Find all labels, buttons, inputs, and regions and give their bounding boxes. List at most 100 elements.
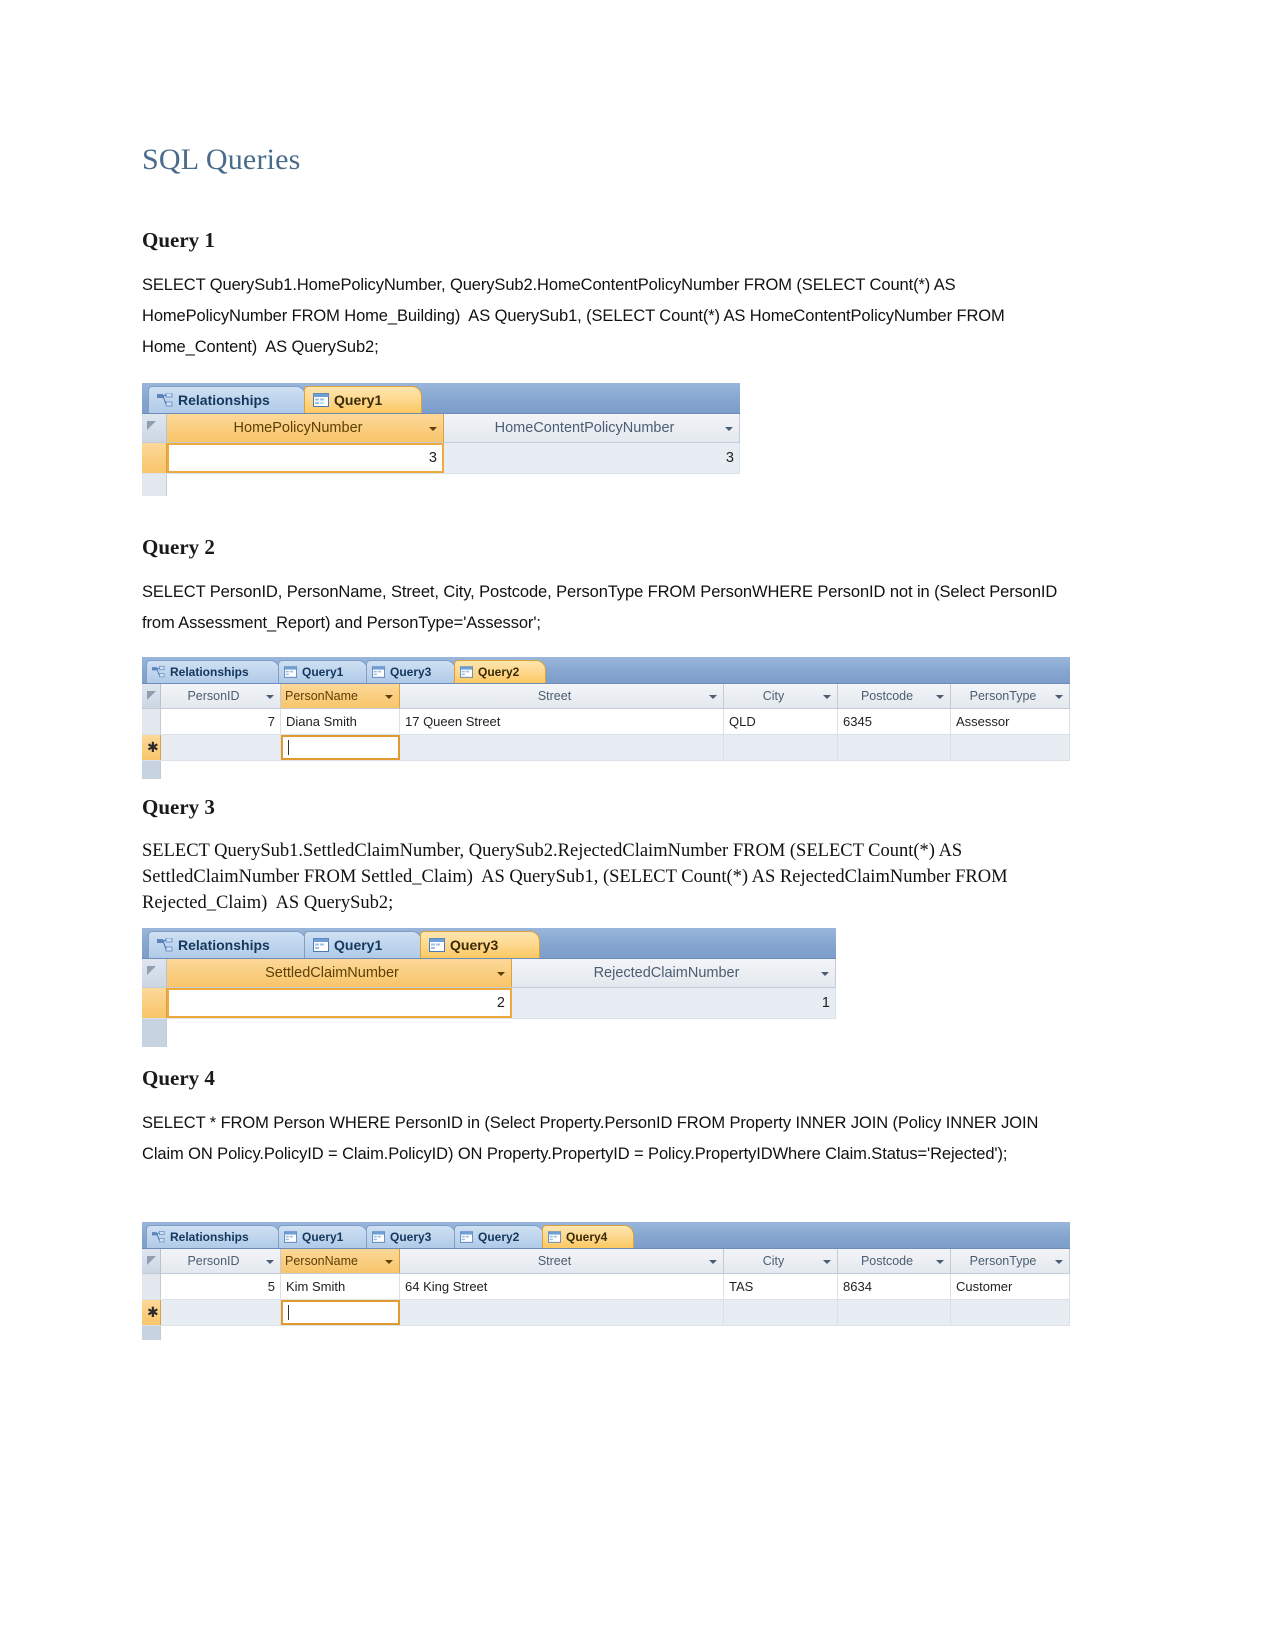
query-datasheet-icon — [313, 393, 329, 407]
table-row[interactable]: 2 1 — [142, 988, 836, 1019]
cell-city-new[interactable] — [724, 735, 838, 760]
chevron-down-icon[interactable] — [935, 1256, 946, 1267]
cell-personid[interactable]: 5 — [161, 1274, 281, 1299]
row-selector[interactable] — [142, 988, 167, 1018]
column-header-label: Street — [537, 1254, 572, 1268]
cell-persontype[interactable]: Customer — [951, 1274, 1070, 1299]
tab-label: Relationships — [170, 1230, 249, 1244]
chevron-down-icon[interactable] — [384, 1256, 395, 1267]
cell-postcode[interactable]: 6345 — [838, 709, 951, 734]
cell-city[interactable]: QLD — [724, 709, 838, 734]
table-row-new-record[interactable] — [142, 735, 1070, 761]
column-header-postcode[interactable]: Postcode — [838, 684, 951, 708]
tab-query1[interactable]: Query1 — [304, 386, 422, 413]
tab-relationships[interactable]: Relationships — [146, 660, 280, 683]
tab-query3[interactable]: Query3 — [366, 1225, 456, 1248]
chevron-down-icon[interactable] — [822, 1256, 833, 1267]
cell-persontype-new[interactable] — [951, 1300, 1070, 1325]
column-header-homepolicynumber[interactable]: HomePolicyNumber — [167, 414, 444, 442]
column-header-persontype[interactable]: PersonType — [951, 684, 1070, 708]
column-header-city[interactable]: City — [724, 1249, 838, 1273]
cell-homecontentpolicynumber[interactable]: 3 — [444, 443, 740, 473]
column-header-personname[interactable]: PersonName — [281, 1249, 400, 1273]
select-all-corner[interactable] — [142, 684, 161, 708]
column-header-settledclaimnumber[interactable]: SettledClaimNumber — [167, 959, 512, 987]
document-page: SQL Queries Query 1 SELECT QuerySub1.Hom… — [0, 0, 1275, 1650]
column-header-personid[interactable]: PersonID — [161, 684, 281, 708]
chevron-down-icon[interactable] — [1054, 1256, 1065, 1267]
column-header-personid[interactable]: PersonID — [161, 1249, 281, 1273]
new-record-marker[interactable] — [142, 1300, 161, 1325]
column-header-persontype[interactable]: PersonType — [951, 1249, 1070, 1273]
column-header-personname[interactable]: PersonName — [281, 684, 400, 708]
tab-query1[interactable]: Query1 — [278, 1225, 368, 1248]
query-datasheet-icon — [548, 1231, 561, 1243]
chevron-down-icon[interactable] — [428, 423, 439, 434]
sql-text-query-1: SELECT QuerySub1.HomePolicyNumber, Query… — [142, 276, 1010, 356]
tab-query2[interactable]: Query2 — [454, 1225, 544, 1248]
cell-street[interactable]: 64 King Street — [400, 1274, 724, 1299]
tab-relationships[interactable]: Relationships — [148, 931, 306, 958]
cell-homepolicynumber[interactable]: 3 — [167, 443, 444, 473]
select-all-corner[interactable] — [142, 1249, 161, 1273]
tab-label: Query3 — [390, 665, 432, 679]
chevron-down-icon[interactable] — [724, 423, 735, 434]
table-row[interactable]: 5 Kim Smith 64 King Street TAS 8634 Cust… — [142, 1274, 1070, 1300]
chevron-down-icon[interactable] — [708, 1256, 719, 1267]
cell-settledclaimnumber[interactable]: 2 — [167, 988, 512, 1018]
table-row-new-record[interactable] — [142, 1300, 1070, 1326]
query-datasheet-icon — [284, 1231, 297, 1243]
cell-street-new[interactable] — [400, 1300, 724, 1325]
chevron-down-icon[interactable] — [1054, 691, 1065, 702]
select-all-corner[interactable] — [142, 959, 167, 987]
cell-personname[interactable]: Kim Smith — [281, 1274, 400, 1299]
cell-persontype-new[interactable] — [951, 735, 1070, 760]
table-row[interactable]: 3 3 — [142, 443, 740, 474]
tab-query3[interactable]: Query3 — [420, 931, 540, 958]
cell-personname-new[interactable] — [281, 735, 400, 760]
row-selector[interactable] — [142, 1274, 161, 1299]
row-selector-empty — [142, 1019, 167, 1047]
chevron-down-icon[interactable] — [935, 691, 946, 702]
column-header-rejectedclaimnumber[interactable]: RejectedClaimNumber — [512, 959, 836, 987]
cell-personname-new[interactable] — [281, 1300, 400, 1325]
cell-street[interactable]: 17 Queen Street — [400, 709, 724, 734]
chevron-down-icon[interactable] — [822, 691, 833, 702]
cell-rejectedclaimnumber[interactable]: 1 — [512, 988, 836, 1018]
select-all-corner[interactable] — [142, 414, 167, 442]
tab-relationships[interactable]: Relationships — [146, 1225, 280, 1248]
new-record-marker[interactable] — [142, 735, 161, 760]
tab-query1[interactable]: Query1 — [278, 660, 368, 683]
cell-personid-new[interactable] — [161, 735, 281, 760]
tab-query1[interactable]: Query1 — [304, 931, 422, 958]
cell-city-new[interactable] — [724, 1300, 838, 1325]
tab-query2[interactable]: Query2 — [454, 660, 546, 683]
cell-postcode[interactable]: 8634 — [838, 1274, 951, 1299]
cell-postcode-new[interactable] — [838, 735, 951, 760]
column-header-homecontentpolicynumber[interactable]: HomeContentPolicyNumber — [444, 414, 740, 442]
cell-street-new[interactable] — [400, 735, 724, 760]
tab-query3[interactable]: Query3 — [366, 660, 456, 683]
tab-relationships[interactable]: Relationships — [148, 386, 306, 413]
cell-city[interactable]: TAS — [724, 1274, 838, 1299]
row-selector[interactable] — [142, 709, 161, 734]
chevron-down-icon[interactable] — [708, 691, 719, 702]
column-header-label: Postcode — [860, 689, 914, 703]
cell-postcode-new[interactable] — [838, 1300, 951, 1325]
cell-personid-new[interactable] — [161, 1300, 281, 1325]
chevron-down-icon[interactable] — [384, 691, 395, 702]
chevron-down-icon[interactable] — [265, 1256, 276, 1267]
cell-persontype[interactable]: Assessor — [951, 709, 1070, 734]
column-header-street[interactable]: Street — [400, 684, 724, 708]
table-row[interactable]: 7 Diana Smith 17 Queen Street QLD 6345 A… — [142, 709, 1070, 735]
column-header-city[interactable]: City — [724, 684, 838, 708]
cell-personname[interactable]: Diana Smith — [281, 709, 400, 734]
chevron-down-icon[interactable] — [496, 968, 507, 979]
cell-personid[interactable]: 7 — [161, 709, 281, 734]
row-selector[interactable] — [142, 443, 167, 473]
column-header-street[interactable]: Street — [400, 1249, 724, 1273]
chevron-down-icon[interactable] — [820, 968, 831, 979]
chevron-down-icon[interactable] — [265, 691, 276, 702]
column-header-postcode[interactable]: Postcode — [838, 1249, 951, 1273]
tab-query4[interactable]: Query4 — [542, 1225, 634, 1248]
